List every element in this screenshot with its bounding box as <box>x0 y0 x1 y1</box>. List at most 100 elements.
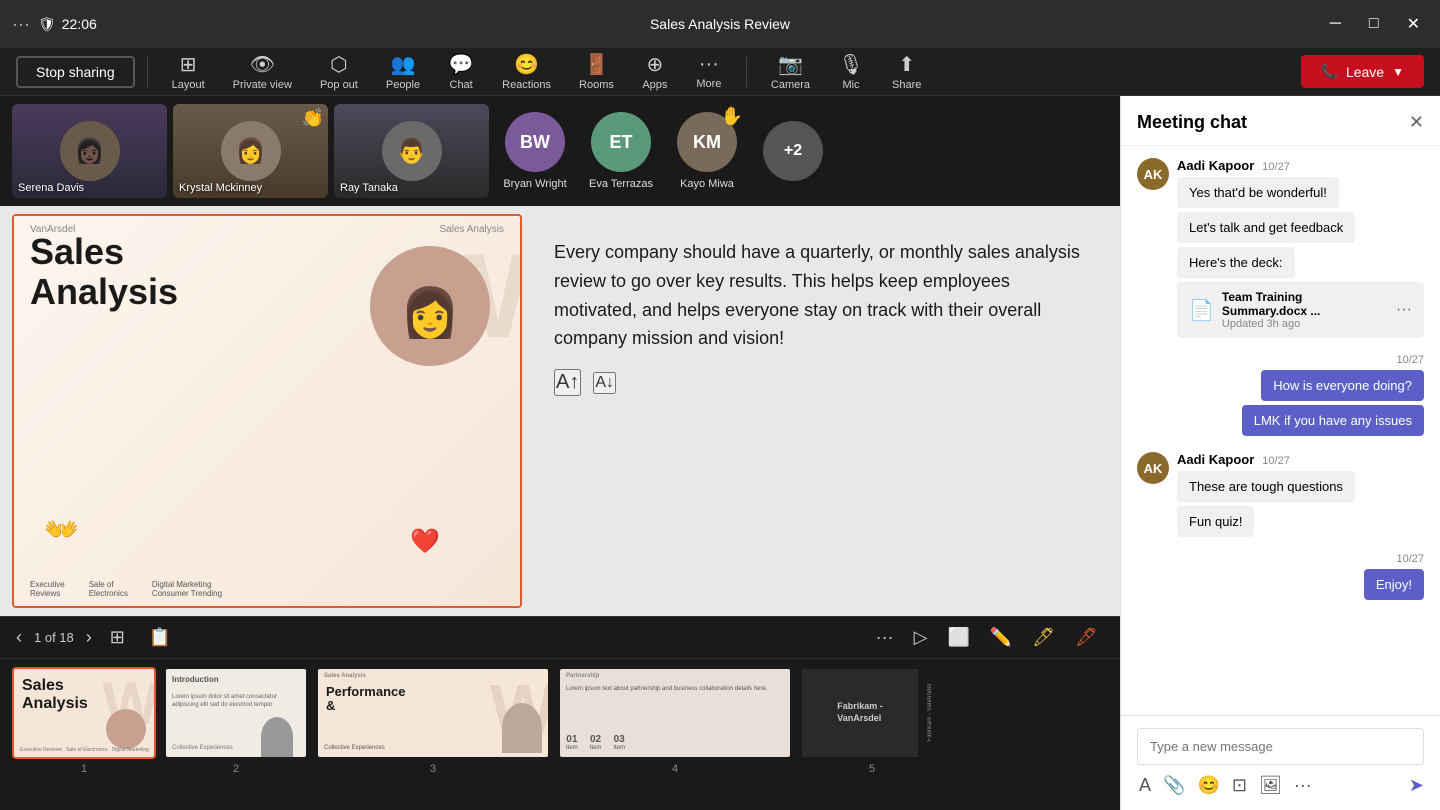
highlighter-button[interactable]: 🖊 <box>1026 625 1061 650</box>
slide-presenter-image: 👩 <box>370 246 490 366</box>
aadi-msg-header-2: Aadi Kapoor 10/27 <box>1177 452 1424 467</box>
camera-button[interactable]: 📷 Camera <box>759 48 822 95</box>
participant-name-kayo: Kayo Miwa <box>680 178 734 190</box>
slide-text-panel: Every company should have a quarterly, o… <box>522 214 1108 608</box>
close-button[interactable]: ✕ <box>1399 12 1428 36</box>
participant-bryan: BW Bryan Wright <box>495 104 575 198</box>
aadi-msg-time-1: 10/27 <box>1262 161 1290 173</box>
chat-close-button[interactable]: ✕ <box>1409 112 1424 133</box>
participant-overflow[interactable]: +2 <box>753 104 833 198</box>
slide-description: Every company should have a quarterly, o… <box>554 238 1084 353</box>
main-slide: VanArsdel Sales Analysis W SalesAnalysis… <box>12 214 522 608</box>
chat-bubble-how: How is everyone doing? <box>1261 370 1424 401</box>
thumb-img-3[interactable]: Sales Analysis W Performance& Collective… <box>316 667 550 759</box>
reactions-icon: 😊 <box>514 52 539 77</box>
aadi-message-content-2: Aadi Kapoor 10/27 These are tough questi… <box>1177 452 1424 541</box>
slide-nav-bar: ‹ 1 of 18 › ⊞ 📋 ··· ▷ ⬜ ✏️ 🖊 🖋 <box>0 616 1120 658</box>
mic-button[interactable]: 🎙 Mic <box>826 48 876 95</box>
chat-button[interactable]: 💬 Chat <box>436 48 486 95</box>
chat-header: Meeting chat ✕ <box>1121 96 1440 146</box>
participant-name-eva: Eva Terrazas <box>589 178 653 190</box>
thumb-content-4: Partnership Lorem ipsum text about partn… <box>560 669 790 757</box>
aadi-sender-name: Aadi Kapoor <box>1177 158 1254 173</box>
apps-icon: ⊕ <box>647 52 664 77</box>
chat-file-attachment[interactable]: 📄 Team Training Summary.docx ... Updated… <box>1177 282 1424 338</box>
grid-view-button[interactable]: ⊞ <box>104 625 131 650</box>
rooms-icon: 🚪 <box>584 52 609 77</box>
thumbnail-2[interactable]: Introduction Lorem ipsum dolor sit amet … <box>164 667 308 775</box>
word-doc-icon: 📄 <box>1189 298 1214 323</box>
pointer-button[interactable]: ▷ <box>908 625 934 650</box>
chat-input-area: A 📎 😊 ⊡ 🖼 ··· ➤ <box>1121 715 1440 810</box>
pop-out-button[interactable]: ⬡ Pop out <box>308 48 370 95</box>
more-options-button[interactable]: ··· <box>1292 773 1314 798</box>
chat-title: Meeting chat <box>1137 112 1247 133</box>
thumb-img-1[interactable]: W SalesAnalysis Executive Reviews Sale o… <box>12 667 156 759</box>
thumb-img-2[interactable]: Introduction Lorem ipsum dolor sit amet … <box>164 667 308 759</box>
leave-chevron-icon: ▼ <box>1392 65 1404 79</box>
right-time-1: 10/27 <box>1396 354 1424 366</box>
people-button[interactable]: 👥 People <box>374 48 432 95</box>
gif-button[interactable]: ⊡ <box>1230 773 1249 798</box>
thumbnail-4[interactable]: Partnership Lorem ipsum text about partn… <box>558 667 792 775</box>
aadi-message-content-1: Aadi Kapoor 10/27 Yes that'd be wonderfu… <box>1177 158 1424 342</box>
left-panel: 👩🏿 Serena Davis 👩 Krystal Mckinney 👏 👨 R… <box>0 96 1120 810</box>
annotation-more-button[interactable]: ··· <box>870 625 900 650</box>
layout-button[interactable]: ⊞ Layout <box>160 48 217 95</box>
thumbnail-1[interactable]: W SalesAnalysis Executive Reviews Sale o… <box>12 667 156 775</box>
format-text-button[interactable]: A <box>1137 773 1153 798</box>
emoji-button[interactable]: 😊 <box>1195 773 1221 798</box>
prev-slide-button[interactable]: ‹ <box>16 627 22 648</box>
thumb-img-4[interactable]: Partnership Lorem ipsum text about partn… <box>558 667 792 759</box>
private-view-button[interactable]: 👁 Private view <box>221 48 304 95</box>
thumb-num-5: 5 <box>869 763 875 775</box>
attach-file-button[interactable]: 📎 <box>1161 773 1187 798</box>
chat-input-toolbar: A 📎 😊 ⊡ 🖼 ··· ➤ <box>1137 773 1424 798</box>
participant-name-ray: Ray Tanaka <box>340 182 398 194</box>
decrease-font-button[interactable]: A↓ <box>593 372 616 394</box>
chat-message-aadi-1: AK Aadi Kapoor 10/27 Yes that'd be wonde… <box>1137 158 1424 342</box>
apps-button[interactable]: ⊕ Apps <box>630 48 680 95</box>
overflow-count: +2 <box>763 121 823 181</box>
rooms-button[interactable]: 🚪 Rooms <box>567 48 626 95</box>
marker-button[interactable]: 🖋 <box>1069 625 1104 650</box>
send-button[interactable]: ➤ <box>1409 775 1424 796</box>
reactions-button[interactable]: 😊 Reactions <box>490 48 563 95</box>
pen-button[interactable]: ✏️ <box>984 625 1018 650</box>
thumb-img-5[interactable]: Fabrikam -VanArsdel Fabrikam - VanArsdel <box>800 667 944 759</box>
minimize-button[interactable]: ─ <box>1322 12 1349 36</box>
more-dots[interactable]: ··· <box>12 14 30 35</box>
maximize-button[interactable]: □ <box>1361 12 1387 36</box>
participant-kayo: KM ✋ Kayo Miwa <box>667 104 747 198</box>
participant-serena: 👩🏿 Serena Davis <box>12 104 167 198</box>
chat-input[interactable] <box>1137 728 1424 765</box>
eraser-button[interactable]: ⬜ <box>941 625 975 650</box>
participant-strip: 👩🏿 Serena Davis 👩 Krystal Mckinney 👏 👨 R… <box>0 96 1120 206</box>
thumb-content-1: W SalesAnalysis Executive Reviews Sale o… <box>14 669 154 757</box>
eye-icon: 👁 <box>250 52 275 77</box>
participant-krystal: 👩 Krystal Mckinney 👏 <box>173 104 328 198</box>
camera-icon: 📷 <box>778 52 803 77</box>
sticker-button[interactable]: 🖼 <box>1257 773 1284 798</box>
more-icon: ··· <box>699 53 719 76</box>
meeting-toolbar: Stop sharing ⊞ Layout 👁 Private view ⬡ P… <box>0 48 1440 96</box>
thumbnail-3[interactable]: Sales Analysis W Performance& Collective… <box>316 667 550 775</box>
next-slide-button[interactable]: › <box>86 627 92 648</box>
stop-sharing-button[interactable]: Stop sharing <box>16 56 135 88</box>
slide-notes-button[interactable]: 📋 <box>143 625 177 650</box>
slide-emoji-icons: 👐 <box>44 513 79 546</box>
aadi-msg-time-2: 10/27 <box>1262 455 1290 467</box>
mic-icon: 🎙 <box>838 52 863 77</box>
presentation-area: VanArsdel Sales Analysis W SalesAnalysis… <box>0 206 1120 616</box>
slide-footer: ExecutiveReviews Sale ofElectronics Digi… <box>30 580 504 598</box>
leave-button[interactable]: 📞 Leave ▼ <box>1301 55 1424 88</box>
chat-icon: 💬 <box>449 52 474 77</box>
chat-panel: Meeting chat ✕ AK Aadi Kapoor 10/27 Yes … <box>1120 96 1440 810</box>
file-more-button[interactable]: ··· <box>1396 301 1412 319</box>
increase-font-button[interactable]: A↑ <box>554 369 581 396</box>
chat-messages: AK Aadi Kapoor 10/27 Yes that'd be wonde… <box>1121 146 1440 715</box>
thumb-content-2: Introduction Lorem ipsum dolor sit amet … <box>166 669 306 757</box>
thumbnail-5[interactable]: Fabrikam -VanArsdel Fabrikam - VanArsdel… <box>800 667 944 775</box>
share-button[interactable]: ⬆ Share <box>880 48 933 95</box>
more-button[interactable]: ··· More <box>684 49 734 94</box>
